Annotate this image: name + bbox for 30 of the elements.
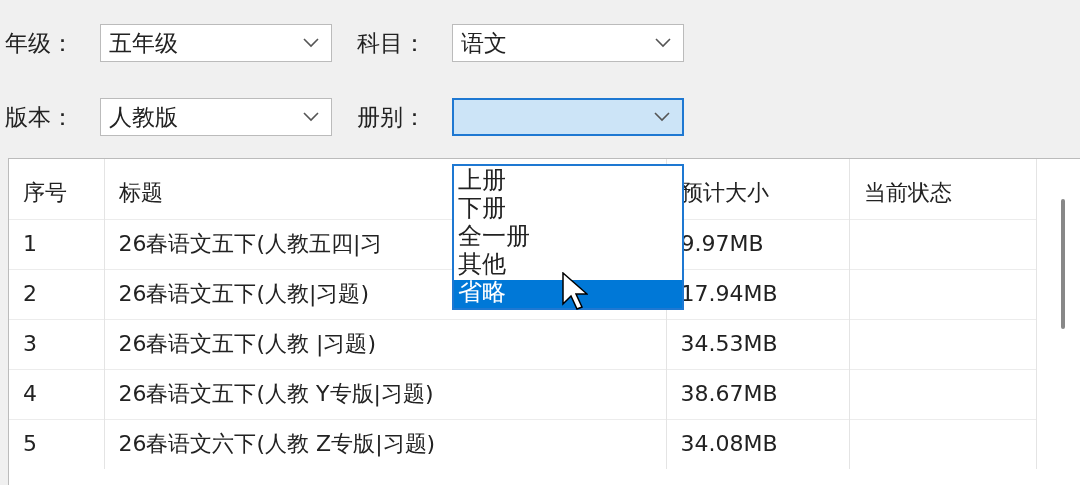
dropdown-field[interactable] <box>452 98 684 136</box>
table-cell: 34.08MB <box>666 419 849 469</box>
field-value: 五年级 <box>109 28 178 58</box>
table-cell: 38.67MB <box>666 369 849 419</box>
chevron-down-icon <box>654 112 670 122</box>
dropdown-option[interactable]: 省略 <box>454 280 682 308</box>
field-label: 年级： <box>5 28 75 58</box>
dropdown-field[interactable]: 人教版 <box>100 98 332 136</box>
dropdown-field[interactable]: 语文 <box>452 24 684 62</box>
table-cell: 2 <box>9 269 104 319</box>
table-cell: 3 <box>9 319 104 369</box>
table-cell: 26春语文六下(人教 Z专版|习题) <box>104 419 666 469</box>
table-cell: 26春语文五下(人教 |习题) <box>104 319 666 369</box>
field-label: 科目： <box>357 28 427 58</box>
field-label: 册别： <box>357 102 427 132</box>
table-cell: 4 <box>9 369 104 419</box>
table-cell: 26春语文五下(人教 Y专版|习题) <box>104 369 666 419</box>
chevron-down-icon <box>655 38 671 48</box>
column-header[interactable]: 当前状态 <box>849 159 1036 219</box>
scrollbar-thumb[interactable] <box>1060 199 1065 329</box>
dropdown-field[interactable]: 五年级 <box>100 24 332 62</box>
table-cell: 34.53MB <box>666 319 849 369</box>
table-cell: 1 <box>9 219 104 269</box>
chevron-down-icon <box>303 112 319 122</box>
field-value: 语文 <box>461 28 507 58</box>
field-label: 版本： <box>5 102 75 132</box>
field-value: 人教版 <box>109 102 178 132</box>
table-cell: 5 <box>9 419 104 469</box>
column-header[interactable]: 序号 <box>9 159 104 219</box>
chevron-down-icon <box>303 38 319 48</box>
